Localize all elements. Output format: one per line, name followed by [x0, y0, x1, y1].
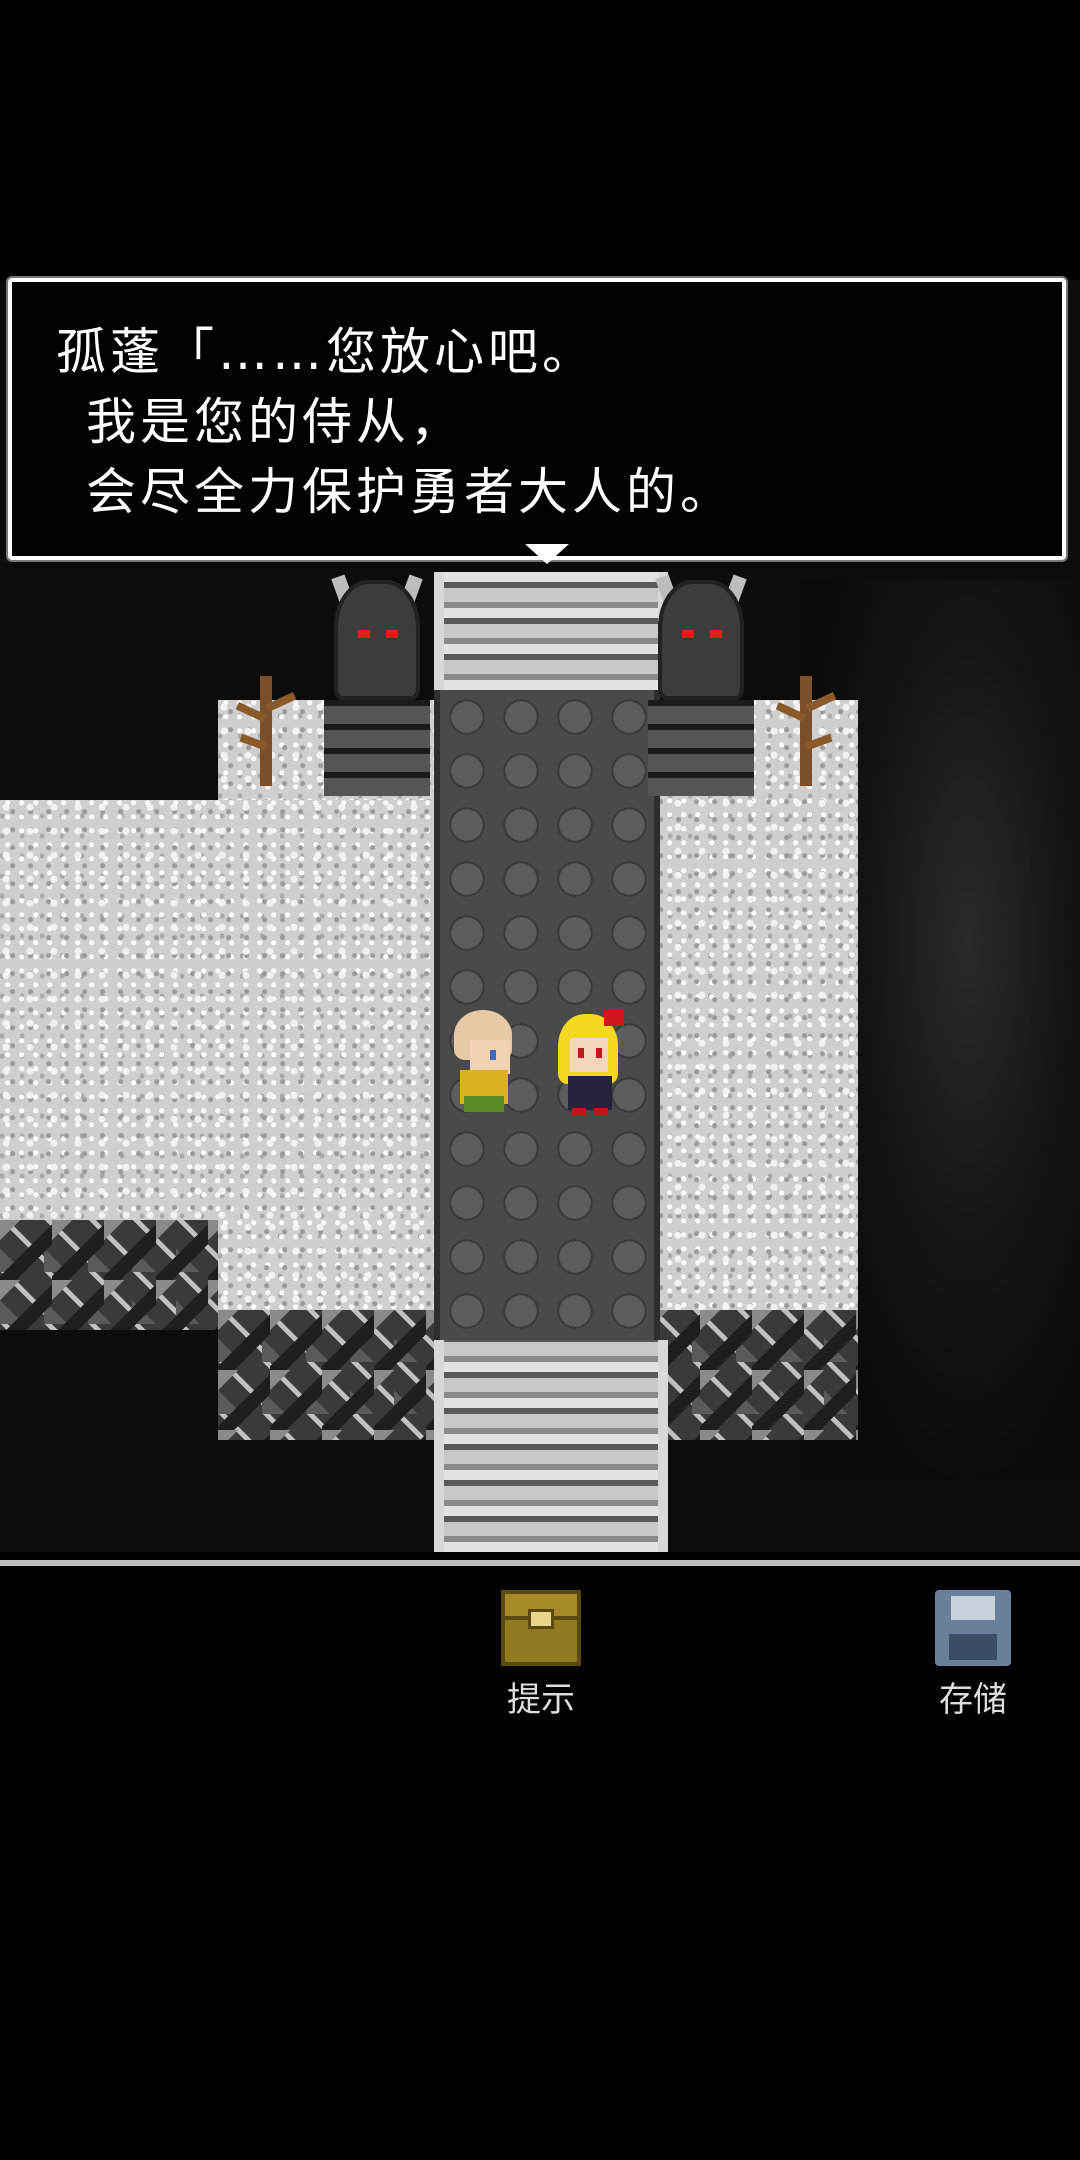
save-button[interactable]: 存储 [908, 1590, 1038, 1721]
rock-cliff-left [0, 1220, 218, 1330]
hero-character[interactable] [446, 1010, 516, 1114]
stairs-bottom [434, 1340, 668, 1552]
dialog-box[interactable]: 孤蓬「……您放心吧。 我是您的侍从， 会尽全力保护勇者大人的。 [6, 276, 1068, 564]
dialog-line-1: 孤蓬「……您放心吧。 [56, 323, 596, 381]
stairs-top [434, 572, 668, 690]
companion-character[interactable] [554, 1010, 624, 1116]
rock-cliff-left-lower [218, 1310, 434, 1440]
hint-label: 提示 [507, 1680, 575, 1720]
hint-button[interactable]: 提示 [476, 1590, 606, 1721]
gargoyle-statue-right [648, 574, 754, 796]
treasure-chest-icon [501, 1590, 581, 1666]
dialog-line-3: 会尽全力保护勇者大人的。 [86, 463, 734, 521]
snow-field-left-lower [218, 1220, 434, 1310]
menu-divider [0, 1560, 1080, 1566]
rock-cliff-right [648, 1310, 858, 1440]
dead-tree-right [770, 668, 840, 788]
save-label: 存储 [939, 1680, 1007, 1720]
dead-tree-left [230, 668, 300, 788]
snow-field-left [0, 800, 434, 1220]
triangle-down-icon[interactable] [525, 544, 569, 564]
top-letterbox [0, 0, 1080, 280]
floppy-disk-icon [935, 1590, 1011, 1666]
gargoyle-statue-left [324, 574, 430, 796]
dialog-line-2: 我是您的侍从， [86, 393, 464, 451]
